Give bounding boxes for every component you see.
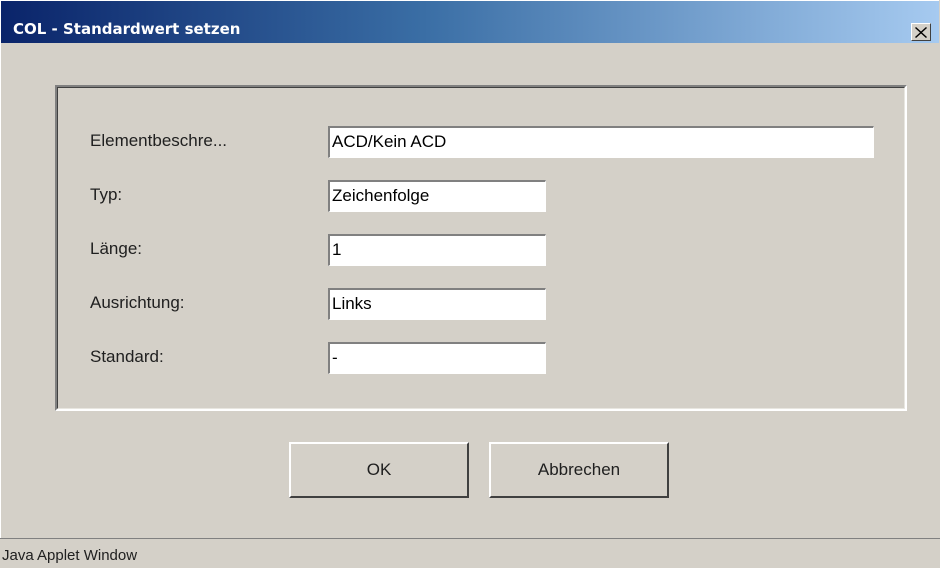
label-alignment: Ausrichtung: xyxy=(90,293,185,312)
dialog-content: Elementbeschre... ACD/Kein ACD Typ: Zeic… xyxy=(0,42,940,538)
alignment-field[interactable]: Links xyxy=(327,287,547,321)
status-text: Java Applet Window xyxy=(2,547,138,564)
length-field[interactable]: 1 xyxy=(327,233,547,267)
type-field[interactable]: Zeichenfolge xyxy=(327,179,547,213)
close-icon xyxy=(915,26,927,38)
dialog-window: COL - Standardwert setzen Elementbeschre… xyxy=(0,0,940,568)
status-bar: Java Applet Window xyxy=(0,538,940,568)
label-element-description: Elementbeschre... xyxy=(90,131,228,150)
label-length: Länge: xyxy=(90,239,142,258)
properties-group: Elementbeschre... ACD/Kein ACD Typ: Zeic… xyxy=(55,85,907,411)
label-default: Standard: xyxy=(90,347,164,366)
default-field[interactable]: - xyxy=(327,341,547,375)
cancel-button[interactable]: Abbrechen xyxy=(489,442,669,498)
properties-group-inner: Elementbeschre... ACD/Kein ACD Typ: Zeic… xyxy=(57,87,905,409)
label-type: Typ: xyxy=(90,185,123,204)
close-button[interactable] xyxy=(911,23,931,41)
title-bar[interactable]: COL - Standardwert setzen xyxy=(0,0,939,43)
element-description-field[interactable]: ACD/Kein ACD xyxy=(327,125,875,159)
window-title: COL - Standardwert setzen xyxy=(13,20,241,38)
ok-button[interactable]: OK xyxy=(289,442,469,498)
